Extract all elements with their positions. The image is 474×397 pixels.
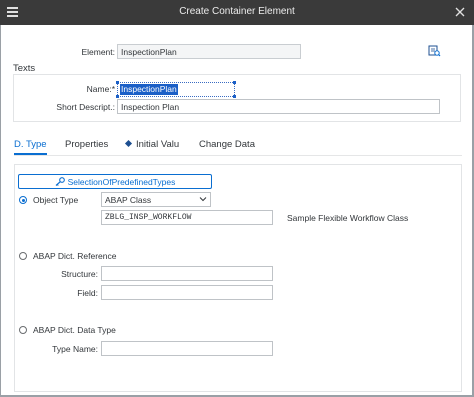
abap-dict-reference-label: ABAP Dict. Reference (33, 251, 117, 261)
element-label: Element: (81, 47, 115, 57)
element-field[interactable]: InspectionPlan (117, 44, 301, 59)
tab-d-type[interactable]: D. Type (14, 139, 47, 150)
short-description-field[interactable]: Inspection Plan (117, 99, 440, 114)
tab-change-data[interactable]: Change Data (199, 139, 255, 150)
type-name-label: Type Name: (52, 344, 98, 354)
abap-dict-data-type-radio[interactable] (19, 326, 27, 334)
abap-dict-data-type-label: ABAP Dict. Data Type (33, 325, 116, 335)
type-name-field[interactable] (101, 341, 273, 356)
object-category-select[interactable]: ABAP Class (101, 192, 211, 207)
structure-label: Structure: (61, 269, 98, 279)
tab-initial-value-label: Initial Valu (136, 139, 180, 150)
selection-handle (116, 95, 119, 98)
name-field[interactable]: InspectionPlan (117, 82, 235, 97)
object-category-value: ABAP Class (105, 195, 152, 205)
name-label: Name:* (86, 84, 115, 94)
object-type-label: Object Type (33, 195, 79, 205)
required-indicator-icon (124, 139, 133, 148)
tab-properties[interactable]: Properties (65, 139, 108, 150)
name-value: InspectionPlan (120, 84, 178, 95)
field-label: Field: (77, 288, 98, 298)
field-field[interactable] (101, 285, 273, 300)
texts-section-title: Texts (13, 63, 36, 74)
window-frame-left (0, 25, 1, 397)
tab-initial-value[interactable]: Initial Valu (124, 139, 180, 150)
chevron-down-icon (199, 197, 207, 202)
abap-dict-reference-radio[interactable] (19, 252, 27, 260)
selection-handle (233, 95, 236, 98)
selection-handle (233, 81, 236, 84)
selection-of-predefined-types-button[interactable]: SelectionOfPredefinedTypes (18, 174, 212, 189)
object-class-field[interactable]: ZBLG_INSP_WORKFLOW (101, 210, 273, 225)
title-bar: Create Container Element (0, 0, 474, 25)
predefined-button-label: SelectionOfPredefinedTypes (67, 176, 176, 187)
window-title: Create Container Element (179, 6, 295, 17)
details-icon[interactable] (428, 44, 441, 57)
texts-groupbox (13, 74, 461, 122)
structure-field[interactable] (101, 266, 273, 281)
selection-handle (116, 81, 119, 84)
close-icon[interactable] (452, 4, 468, 20)
object-type-radio[interactable] (19, 196, 27, 204)
tab-divider (14, 155, 462, 156)
short-description-label: Short Descript.: (56, 102, 115, 112)
object-class-description: Sample Flexible Workflow Class (287, 213, 409, 223)
key-icon (55, 177, 65, 186)
